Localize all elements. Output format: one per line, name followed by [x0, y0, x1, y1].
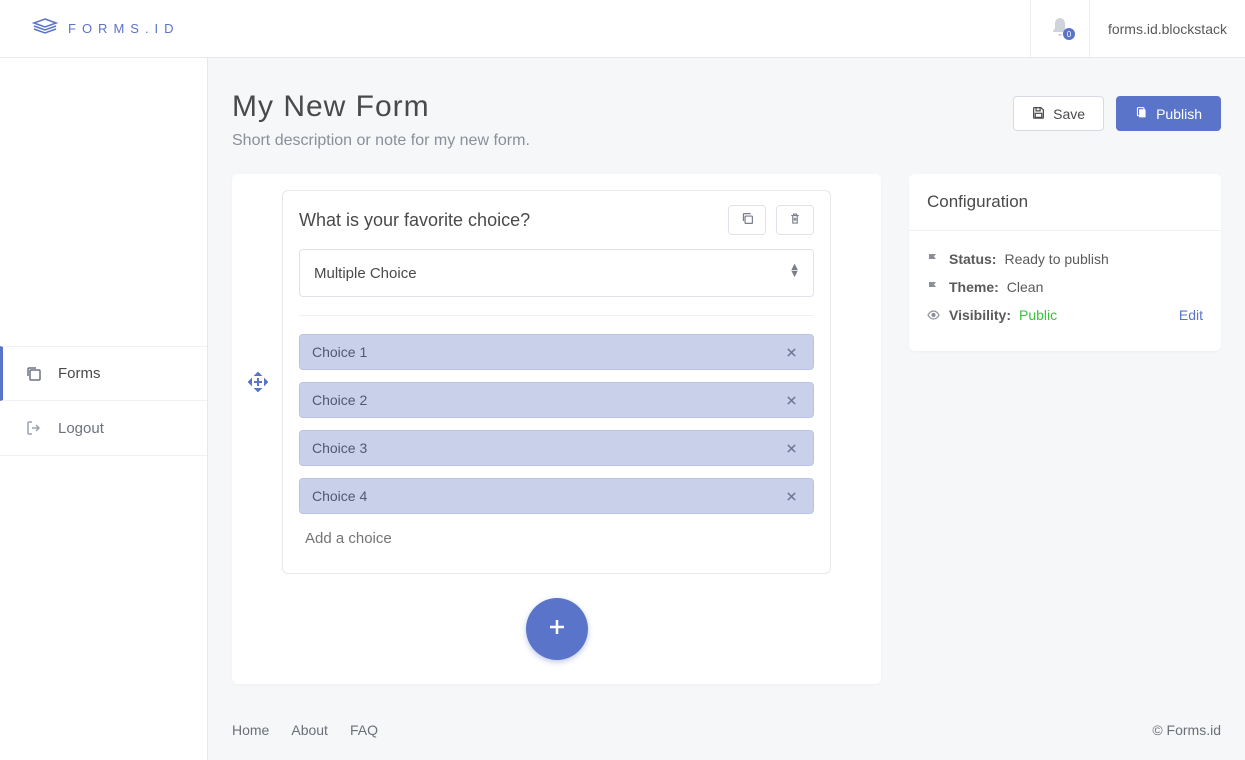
question-title-input[interactable]: [299, 206, 718, 235]
eye-icon: [927, 310, 941, 320]
choice-row: [299, 382, 814, 418]
config-visibility-row: Visibility: Public Edit: [927, 301, 1203, 329]
choice-input[interactable]: [312, 440, 782, 456]
trash-icon: [789, 212, 801, 228]
config-card: Configuration Status: Ready to publish: [909, 174, 1221, 351]
copy-icon: [26, 366, 42, 382]
footer-link-home[interactable]: Home: [232, 722, 269, 738]
copy-icon: [741, 212, 754, 228]
flag-icon: [927, 253, 941, 265]
logo[interactable]: FORMS.ID: [0, 0, 208, 57]
choice-input[interactable]: [312, 344, 782, 360]
remove-choice-button[interactable]: [782, 487, 801, 506]
notifications-button[interactable]: 0: [1030, 0, 1090, 57]
choice-row: [299, 334, 814, 370]
topbar: FORMS.ID 0 forms.id.blockstack: [0, 0, 1245, 58]
edit-visibility-link[interactable]: Edit: [1179, 307, 1203, 323]
config-status-row: Status: Ready to publish: [927, 245, 1203, 273]
save-icon: [1032, 106, 1045, 122]
add-choice-input[interactable]: [299, 526, 814, 551]
config-theme-row: Theme: Clean: [927, 273, 1203, 301]
remove-choice-button[interactable]: [782, 343, 801, 362]
footer-link-faq[interactable]: FAQ: [350, 722, 378, 738]
sidebar-item-logout[interactable]: Logout: [0, 401, 207, 456]
page-subtitle: Short description or note for my new for…: [232, 132, 530, 150]
choice-row: [299, 430, 814, 466]
drag-handle-icon[interactable]: [248, 372, 268, 395]
copyright: © Forms.id: [1152, 722, 1221, 738]
save-button[interactable]: Save: [1013, 96, 1104, 131]
remove-choice-button[interactable]: [782, 391, 801, 410]
sidebar-item-label: Logout: [58, 420, 104, 437]
user-label[interactable]: forms.id.blockstack: [1090, 0, 1245, 57]
plus-icon: [548, 616, 566, 642]
publish-icon: [1135, 106, 1148, 122]
choice-row: [299, 478, 814, 514]
footer-link-about[interactable]: About: [291, 722, 328, 738]
logo-icon: [32, 18, 58, 39]
logout-icon: [26, 420, 42, 436]
divider: [299, 315, 814, 316]
question-type-select[interactable]: Multiple Choice: [299, 249, 814, 297]
publish-label: Publish: [1156, 106, 1202, 122]
flag-icon: [927, 281, 941, 293]
notification-badge: 0: [1063, 28, 1075, 40]
publish-button[interactable]: Publish: [1116, 96, 1221, 131]
choice-input[interactable]: [312, 392, 782, 408]
config-heading: Configuration: [909, 174, 1221, 231]
editor-card: Multiple Choice ▲▼: [232, 174, 881, 684]
save-label: Save: [1053, 106, 1085, 122]
page-title: My New Form: [232, 90, 530, 124]
sidebar: Forms Logout: [0, 58, 208, 760]
logo-text: FORMS.ID: [68, 21, 180, 36]
remove-choice-button[interactable]: [782, 439, 801, 458]
footer: Home About FAQ © Forms.id: [208, 700, 1245, 760]
sidebar-item-forms[interactable]: Forms: [0, 346, 207, 401]
duplicate-button[interactable]: [728, 205, 766, 235]
question-card: Multiple Choice ▲▼: [282, 190, 831, 574]
choice-input[interactable]: [312, 488, 782, 504]
delete-button[interactable]: [776, 205, 814, 235]
sidebar-item-label: Forms: [58, 365, 101, 382]
add-question-button[interactable]: [526, 598, 588, 660]
